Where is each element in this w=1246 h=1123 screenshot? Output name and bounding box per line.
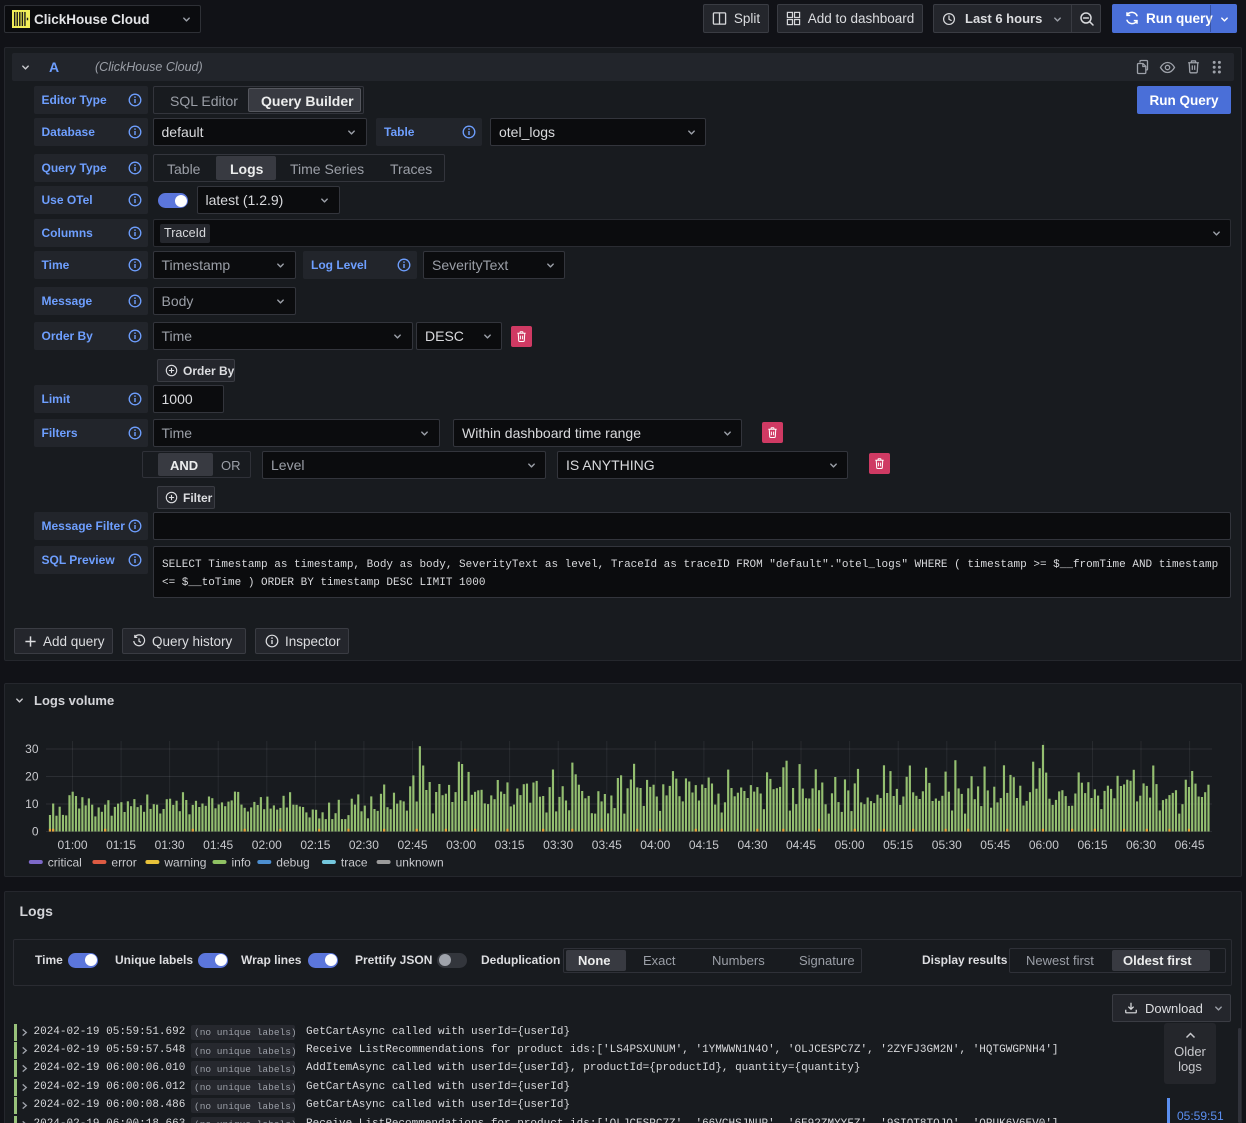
svg-text:02:15: 02:15 [300, 838, 330, 852]
svg-text:06:00: 06:00 [1029, 838, 1059, 852]
svg-text:0: 0 [32, 825, 39, 839]
svg-text:06:30: 06:30 [1126, 838, 1156, 852]
svg-text:05:15: 05:15 [883, 838, 913, 852]
svg-text:01:30: 01:30 [155, 838, 185, 852]
svg-text:03:00: 03:00 [446, 838, 476, 852]
svg-text:03:30: 03:30 [543, 838, 573, 852]
svg-text:20: 20 [25, 770, 39, 784]
svg-text:info: info [232, 856, 252, 870]
svg-text:error: error [111, 856, 136, 870]
svg-text:04:45: 04:45 [786, 838, 816, 852]
svg-text:30: 30 [25, 742, 39, 756]
svg-text:02:45: 02:45 [397, 838, 427, 852]
svg-text:04:15: 04:15 [689, 838, 719, 852]
svg-text:03:45: 03:45 [592, 838, 622, 852]
svg-text:05:30: 05:30 [932, 838, 962, 852]
svg-text:03:15: 03:15 [495, 838, 525, 852]
svg-text:05:00: 05:00 [835, 838, 865, 852]
svg-text:01:15: 01:15 [106, 838, 136, 852]
svg-text:06:15: 06:15 [1077, 838, 1107, 852]
svg-text:06:45: 06:45 [1175, 838, 1205, 852]
svg-text:trace: trace [341, 856, 368, 870]
svg-text:02:30: 02:30 [349, 838, 379, 852]
svg-text:04:30: 04:30 [737, 838, 767, 852]
svg-text:04:00: 04:00 [640, 838, 670, 852]
svg-text:10: 10 [25, 797, 39, 811]
svg-text:01:00: 01:00 [57, 838, 87, 852]
svg-text:critical: critical [48, 856, 82, 870]
svg-text:warning: warning [163, 856, 206, 870]
svg-text:01:45: 01:45 [203, 838, 233, 852]
svg-text:debug: debug [276, 856, 309, 870]
svg-text:05:45: 05:45 [980, 838, 1010, 852]
svg-text:unknown: unknown [396, 856, 444, 870]
svg-text:02:00: 02:00 [252, 838, 282, 852]
